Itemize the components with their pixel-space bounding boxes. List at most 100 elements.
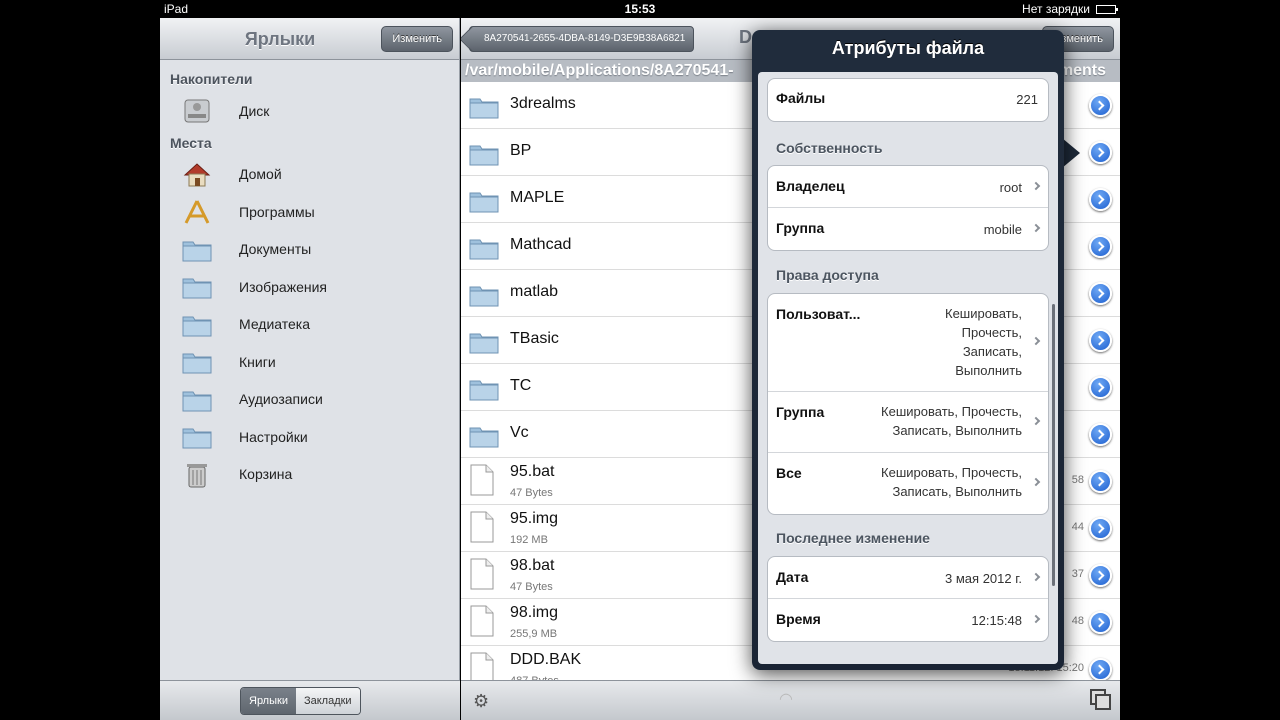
- chevron-right-icon: [1031, 572, 1041, 582]
- sidebar-item[interactable]: Программы: [160, 193, 459, 231]
- file-name: 98.bat: [510, 557, 555, 574]
- tab-bookmarks[interactable]: Закладки: [295, 688, 360, 714]
- ownership-group: Владелец root Группа mobile: [767, 165, 1049, 251]
- perm-line: Записать, Выполнить: [892, 484, 1022, 499]
- file-icon: [469, 605, 501, 637]
- perm-line: Прочесть,: [961, 325, 1022, 340]
- file-name: MAPLE: [510, 189, 565, 206]
- file-name: 3drealms: [510, 95, 576, 112]
- battery-status: Нет зарядки: [1022, 2, 1118, 16]
- popover-scrollbar[interactable]: [1052, 304, 1055, 586]
- sidebar-item-label: Книги: [239, 353, 276, 370]
- time-key: Время: [776, 611, 821, 627]
- sidebar-sections: Накопители Диск Места Домой Программы Докумен…: [160, 60, 459, 493]
- detail-disclosure-icon[interactable]: [1089, 423, 1112, 446]
- sidebar-segmented-control: Ярлыки Закладки: [240, 687, 361, 715]
- chevron-right-icon: [1031, 614, 1041, 624]
- detail-disclosure-icon[interactable]: [1089, 282, 1112, 305]
- sidebar-item-label: Диск: [239, 102, 270, 119]
- permissions-group-row[interactable]: Группа Кешировать, Прочесть, Записать, В…: [768, 392, 1048, 453]
- charging-label: Нет зарядки: [1022, 2, 1090, 16]
- detail-disclosure-icon[interactable]: [1089, 470, 1112, 493]
- chevron-right-icon: [1031, 416, 1041, 426]
- sidebar-footer: Ярлыки Закладки: [160, 680, 460, 720]
- detail-disclosure-icon[interactable]: [1089, 235, 1112, 258]
- date-key: Дата: [776, 569, 809, 585]
- sidebar-item[interactable]: Медиатека: [160, 306, 459, 344]
- files-group: Файлы 221: [767, 78, 1049, 122]
- tab-shortcuts[interactable]: Ярлыки: [241, 688, 296, 714]
- detail-disclosure-icon[interactable]: [1089, 376, 1112, 399]
- detail-disclosure-icon[interactable]: [1089, 141, 1112, 164]
- detail-disclosure-icon[interactable]: [1089, 564, 1112, 587]
- page-title: D: [739, 27, 752, 47]
- detail-disclosure-icon[interactable]: [1089, 517, 1112, 540]
- detail-disclosure-icon[interactable]: [1089, 658, 1112, 681]
- detail-disclosure-icon[interactable]: [1089, 188, 1112, 211]
- folder-icon: [182, 387, 212, 413]
- file-icon: [469, 511, 501, 543]
- sidebar-section-title: Накопители: [170, 71, 253, 87]
- file-size: 255,9 MB: [510, 628, 558, 640]
- folder-icon: [182, 312, 212, 338]
- folder-icon: [469, 423, 501, 448]
- files-row: Файлы 221: [768, 79, 1048, 121]
- permissions-user-row[interactable]: Пользоват... Кешировать, Прочесть, Запис…: [768, 294, 1048, 392]
- folder-icon: [469, 282, 501, 307]
- sidebar-item[interactable]: Диск: [160, 92, 459, 130]
- perm-line: Кешировать,: [945, 306, 1022, 321]
- detail-disclosure-icon[interactable]: [1089, 94, 1112, 117]
- detail-disclosure-icon[interactable]: [1089, 611, 1112, 634]
- copy-icon[interactable]: [1090, 689, 1111, 710]
- sidebar-item[interactable]: Изображения: [160, 268, 459, 306]
- sidebar-item-label: Настройки: [239, 428, 308, 445]
- sidebar-item[interactable]: Книги: [160, 343, 459, 381]
- file-icon: [469, 464, 501, 496]
- permissions-group: Пользоват... Кешировать, Прочесть, Запис…: [767, 293, 1049, 515]
- file-name: BP: [510, 142, 532, 159]
- popover-title: Атрибуты файла: [831, 38, 985, 58]
- permissions-group-key: Группа: [776, 404, 825, 420]
- file-name: matlab: [510, 283, 559, 300]
- sidebar-item[interactable]: Аудиозаписи: [160, 381, 459, 419]
- sidebar-header: Ярлыки Изменить: [160, 18, 459, 60]
- sidebar-item[interactable]: Настройки: [160, 418, 459, 456]
- gear-icon[interactable]: ⚙: [473, 691, 489, 712]
- back-button[interactable]: 8A270541-2655-4DBA-8149-D3E9B38A6821: [469, 26, 695, 52]
- owner-row[interactable]: Владелец root: [768, 166, 1048, 208]
- sidebar-item-label: Домой: [239, 166, 282, 183]
- sidebar-section-title: Места: [170, 134, 212, 151]
- file-icon: [469, 558, 501, 590]
- modified-label: Последнее изменение: [776, 530, 930, 546]
- file-time: 44: [1071, 521, 1084, 533]
- file-time: 58: [1071, 474, 1084, 486]
- permissions-label: Права доступа: [776, 267, 879, 283]
- date-row[interactable]: Дата 3 мая 2012 г.: [768, 557, 1048, 599]
- perm-line: Кешировать, Прочесть,: [881, 465, 1022, 480]
- permissions-all-row[interactable]: Все Кешировать, Прочесть, Записать, Выпо…: [768, 453, 1048, 514]
- perm-line: Записать, Выполнить: [892, 423, 1022, 438]
- permissions-user-value: Кешировать, Прочесть, Записать, Выполнит…: [945, 304, 1022, 380]
- file-name: Vc: [510, 424, 529, 441]
- sidebar-item-label: Изображения: [239, 278, 327, 295]
- permissions-user-key: Пользоват...: [776, 306, 861, 322]
- perm-line: Записать,: [962, 344, 1022, 359]
- sidebar-item[interactable]: Домой: [160, 156, 459, 194]
- file-name: TBasic: [510, 330, 559, 347]
- wifi-icon: ◠: [779, 691, 793, 708]
- ipad-screen: iPad 15:53 Нет зарядки Ярлыки Изменить Н…: [0, 0, 1280, 720]
- files-key: Файлы: [776, 90, 826, 106]
- file-attributes-popover: Атрибуты файла Файлы 221 Собственность В…: [752, 30, 1064, 670]
- time-row[interactable]: Время 12:15:48: [768, 599, 1048, 641]
- group-value: mobile: [983, 222, 1022, 237]
- file-size: 47 Bytes: [510, 487, 553, 499]
- perm-line: Выполнить: [955, 363, 1022, 378]
- file-time: 48: [1071, 615, 1084, 627]
- group-row[interactable]: Группа mobile: [768, 208, 1048, 250]
- sidebar-item[interactable]: Корзина: [160, 456, 459, 494]
- sidebar-edit-button[interactable]: Изменить: [381, 26, 453, 52]
- home-icon: [182, 162, 212, 188]
- permissions-all-key: Все: [776, 465, 802, 481]
- sidebar-item[interactable]: Документы: [160, 231, 459, 269]
- detail-disclosure-icon[interactable]: [1089, 329, 1112, 352]
